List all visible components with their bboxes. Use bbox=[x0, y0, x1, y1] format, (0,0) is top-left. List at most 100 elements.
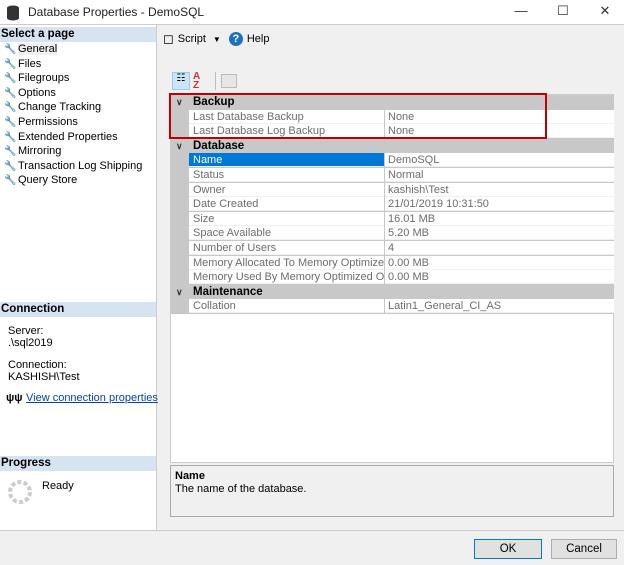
page-item[interactable]: 🔧 Transaction Log Shipping bbox=[4, 159, 142, 174]
toolbar: ◻ Script ▼ ? Help bbox=[163, 31, 269, 47]
property-row[interactable]: Name DemoSQL bbox=[171, 153, 614, 168]
wrench-icon: 🔧 bbox=[4, 117, 17, 128]
maximize-button[interactable]: ☐ bbox=[548, 3, 578, 21]
select-page-header: Select a page bbox=[0, 27, 156, 42]
page-item[interactable]: 🔧 Change Tracking bbox=[4, 100, 101, 115]
wrench-icon: 🔧 bbox=[4, 73, 17, 85]
database-icon bbox=[7, 5, 19, 21]
property-value[interactable]: 21/01/2019 10:31:50 bbox=[385, 197, 614, 212]
property-name: Size bbox=[189, 211, 384, 226]
description-text: The name of the database. bbox=[175, 483, 307, 495]
page-item[interactable]: 🔧 Files bbox=[4, 57, 41, 72]
property-value[interactable]: 4 bbox=[385, 241, 614, 255]
property-grid: ∨ Backup Last Database Backup None Last Data… bbox=[170, 94, 614, 463]
property-value[interactable]: 16.01 MB bbox=[385, 211, 614, 226]
property-value[interactable]: 5.20 MB bbox=[385, 226, 614, 241]
connection-header: Connection bbox=[0, 302, 156, 317]
property-row[interactable]: Number of Users 4 bbox=[171, 241, 614, 256]
server-label: Server: bbox=[8, 325, 44, 337]
bottom-divider bbox=[0, 530, 624, 531]
page-item-label: Transaction Log Shipping bbox=[18, 159, 143, 172]
connection-label: Connection: bbox=[8, 359, 67, 371]
property-value[interactable]: 0.00 MB bbox=[385, 255, 614, 270]
wrench-icon: 🔧 bbox=[4, 102, 17, 114]
wrench-icon: 🔧 bbox=[4, 87, 17, 99]
wrench-icon: 🔧 bbox=[4, 131, 17, 143]
property-pages-button[interactable] bbox=[221, 74, 237, 88]
page-item[interactable]: 🔧 Mirroring bbox=[4, 144, 61, 159]
description-title: Name bbox=[175, 470, 205, 482]
chevron-down-icon[interactable]: ∨ bbox=[176, 139, 183, 154]
progress-spinner-icon bbox=[8, 480, 32, 504]
page-item[interactable]: 🔧 Extended Properties bbox=[4, 130, 118, 145]
property-value[interactable]: kashish\Test bbox=[385, 182, 614, 197]
help-button[interactable]: Help bbox=[247, 33, 270, 45]
page-item-label: Mirroring bbox=[18, 145, 62, 158]
property-name: Space Available bbox=[189, 226, 384, 241]
category-label: Database bbox=[193, 139, 245, 152]
property-row[interactable]: Date Created 21/01/2019 10:31:50 bbox=[171, 197, 614, 212]
minimize-button[interactable]: — bbox=[506, 3, 536, 21]
property-name: Status bbox=[189, 168, 384, 182]
left-panel: Select a page 🔧 General 🔧 Files 🔧 Filegroups 🔧… bbox=[0, 25, 158, 530]
page-item-label: Query Store bbox=[18, 174, 78, 187]
connection-plug-icon: ψψ bbox=[6, 392, 23, 404]
wrench-icon: 🔧 bbox=[4, 160, 17, 172]
property-value[interactable]: DemoSQL bbox=[385, 153, 614, 168]
property-value[interactable]: Normal bbox=[385, 168, 614, 182]
property-name: Date Created bbox=[189, 197, 384, 212]
server-value: .\sql2019 bbox=[8, 337, 53, 349]
help-icon: ? bbox=[228, 32, 243, 46]
category-database[interactable]: ∨ Database bbox=[171, 138, 614, 154]
page-item-label: General bbox=[18, 43, 58, 55]
progress-header: Progress bbox=[0, 456, 156, 471]
page-item[interactable]: 🔧 Options bbox=[4, 86, 56, 101]
property-row[interactable]: Space Available 5.20 MB bbox=[171, 226, 614, 241]
wrench-icon: 🔧 bbox=[4, 146, 17, 158]
connection-value: KASHISH\Test bbox=[8, 371, 80, 383]
property-row[interactable]: Owner kashish\Test bbox=[171, 182, 614, 198]
wrench-icon: 🔧 bbox=[4, 58, 17, 70]
category-label: Maintenance bbox=[193, 285, 263, 298]
view-connection-properties-link[interactable]: View connection properties bbox=[26, 392, 158, 404]
chevron-down-icon[interactable]: ∨ bbox=[176, 285, 183, 300]
script-button[interactable]: Script bbox=[178, 33, 206, 45]
property-name: Owner bbox=[189, 182, 384, 197]
property-value[interactable]: Latin1_General_CI_AS bbox=[385, 299, 614, 314]
wrench-icon: 🔧 bbox=[4, 44, 17, 55]
property-name: Memory Allocated To Memory Optimized Obj… bbox=[189, 255, 384, 270]
property-row[interactable]: Memory Allocated To Memory Optimized Obj… bbox=[171, 255, 614, 271]
alphabetical-sort-button[interactable]: AZ bbox=[193, 72, 200, 91]
highlight-box bbox=[169, 93, 547, 139]
page-item[interactable]: 🔧 Query Store bbox=[4, 173, 77, 188]
property-row[interactable]: Status Normal bbox=[171, 168, 614, 183]
property-name: Collation bbox=[189, 299, 384, 314]
property-row[interactable]: Memory Used By Memory Optimized Objects0… bbox=[171, 270, 614, 285]
description-panel: Name The name of the database. bbox=[170, 465, 614, 517]
page-item[interactable]: 🔧 Filegroups bbox=[4, 71, 69, 86]
script-icon: ◻ bbox=[163, 31, 174, 46]
property-name: Number of Users bbox=[189, 241, 384, 255]
property-row[interactable]: Collation Latin1_General_CI_AS bbox=[171, 299, 614, 314]
property-value[interactable]: 0.00 MB bbox=[385, 270, 614, 285]
script-dropdown-icon[interactable]: ▼ bbox=[213, 35, 221, 44]
page-item-label: Filegroups bbox=[18, 72, 70, 85]
categorized-view-button[interactable]: ☷ bbox=[172, 72, 190, 90]
page-item-label: Options bbox=[18, 86, 56, 99]
toolbar-divider bbox=[215, 72, 216, 90]
wrench-icon: 🔧 bbox=[4, 175, 17, 187]
page-item[interactable]: 🔧 Permissions bbox=[4, 115, 78, 130]
progress-status: Ready bbox=[42, 480, 74, 492]
close-button[interactable]: ✕ bbox=[590, 3, 620, 21]
property-name: Name bbox=[189, 153, 384, 168]
window-title: Database Properties - DemoSQL bbox=[28, 5, 205, 19]
ok-button[interactable]: OK bbox=[474, 539, 542, 559]
cancel-button[interactable]: Cancel bbox=[551, 539, 617, 559]
page-item[interactable]: 🔧 General bbox=[4, 42, 58, 57]
page-item-label: Files bbox=[18, 57, 42, 70]
page-item-label: Permissions bbox=[18, 116, 78, 128]
title-bar: Database Properties - DemoSQL — ☐ ✕ bbox=[0, 0, 624, 25]
property-row[interactable]: Size 16.01 MB bbox=[171, 211, 614, 227]
page-item-label: Change Tracking bbox=[18, 101, 102, 114]
category-maintenance[interactable]: ∨ Maintenance bbox=[171, 284, 614, 300]
